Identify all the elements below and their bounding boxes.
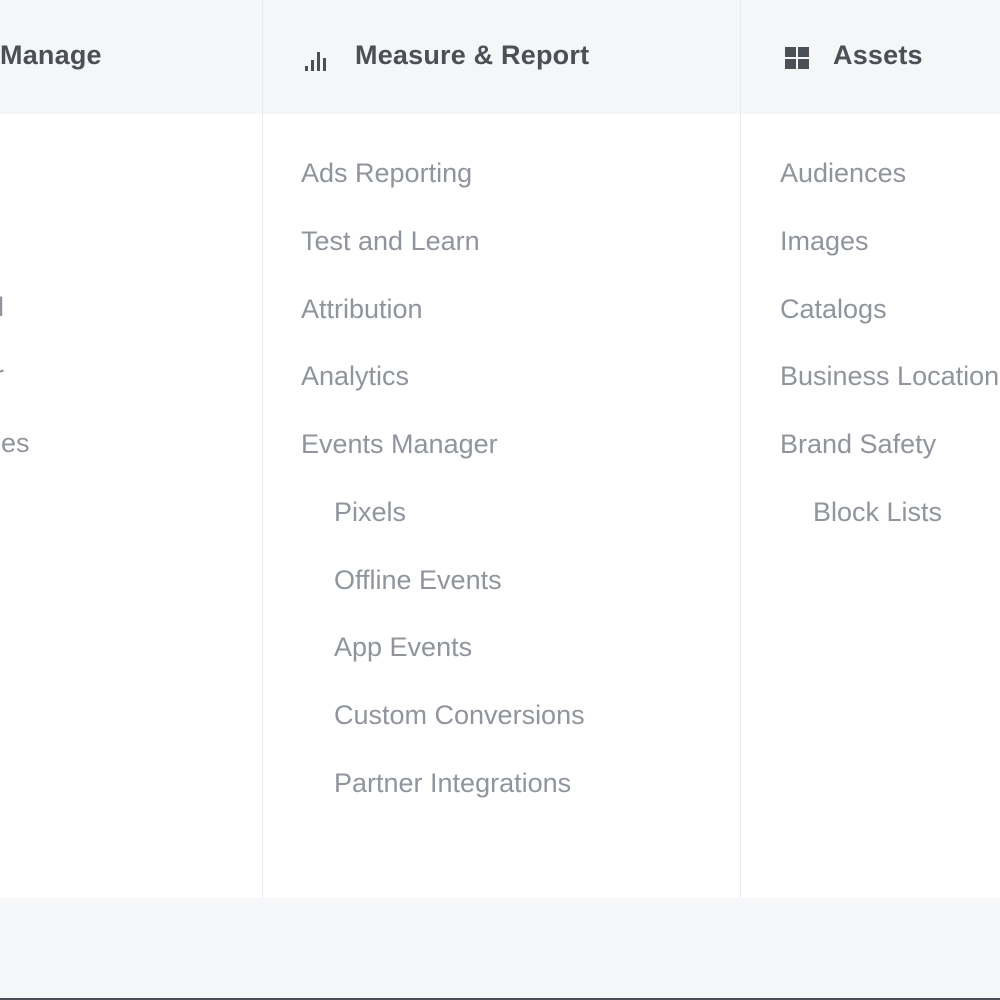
submenu-item-partner-integrations[interactable]: Partner Integrations — [334, 763, 571, 803]
assets-column-title: Assets — [833, 40, 923, 70]
submenu-item-custom-conversions[interactable]: Custom Conversions — [334, 695, 585, 735]
measure-report-menu-list: Ads Reporting Test and Learn Attribution… — [263, 114, 740, 898]
submenu-item-app-events[interactable]: App Events — [334, 627, 472, 667]
business-tools-menu: Manage rd er ules Measure & Report Ads R… — [0, 0, 1000, 1000]
menu-item-ads-reporting[interactable]: Ads Reporting — [301, 153, 472, 193]
column-divider — [740, 0, 741, 898]
assets-menu-list: Audiences Images Catalogs Business Locat… — [741, 114, 1000, 898]
manage-column-header: Manage — [0, 0, 262, 114]
menu-item-events-manager[interactable]: Events Manager — [301, 424, 498, 464]
menu-item-attribution[interactable]: Attribution — [301, 289, 423, 329]
submenu-item-pixels[interactable]: Pixels — [334, 492, 406, 532]
column-divider — [262, 0, 263, 898]
manage-menu-item-account-quality[interactable]: rd — [0, 287, 4, 327]
submenu-item-block-lists[interactable]: Block Lists — [813, 492, 942, 532]
manage-column-title: Manage — [0, 40, 102, 70]
manage-menu-item-automated-rules[interactable]: ules — [0, 423, 30, 463]
menu-item-analytics[interactable]: Analytics — [301, 356, 409, 396]
menu-item-images[interactable]: Images — [780, 221, 869, 261]
manage-menu-list: rd er ules — [0, 114, 262, 898]
menu-item-test-and-learn[interactable]: Test and Learn — [301, 221, 480, 261]
menu-item-catalogs[interactable]: Catalogs — [780, 289, 887, 329]
measure-report-column-header: Measure & Report — [263, 0, 740, 114]
manage-column: Manage rd er ules — [0, 0, 262, 898]
menu-item-business-locations[interactable]: Business Locations — [780, 356, 1000, 396]
grid-icon — [785, 47, 809, 69]
bar-chart-icon — [305, 52, 326, 71]
measure-report-column: Measure & Report Ads Reporting Test and … — [263, 0, 740, 898]
manage-menu-item-page-posts[interactable]: er — [0, 355, 4, 395]
measure-report-column-title: Measure & Report — [355, 40, 590, 70]
menu-footer — [0, 898, 1000, 998]
assets-column-header: Assets — [741, 0, 1000, 114]
submenu-item-offline-events[interactable]: Offline Events — [334, 560, 502, 600]
menu-item-brand-safety[interactable]: Brand Safety — [780, 424, 936, 464]
assets-column: Assets Audiences Images Catalogs Busines… — [741, 0, 1000, 898]
menu-item-audiences[interactable]: Audiences — [780, 153, 906, 193]
